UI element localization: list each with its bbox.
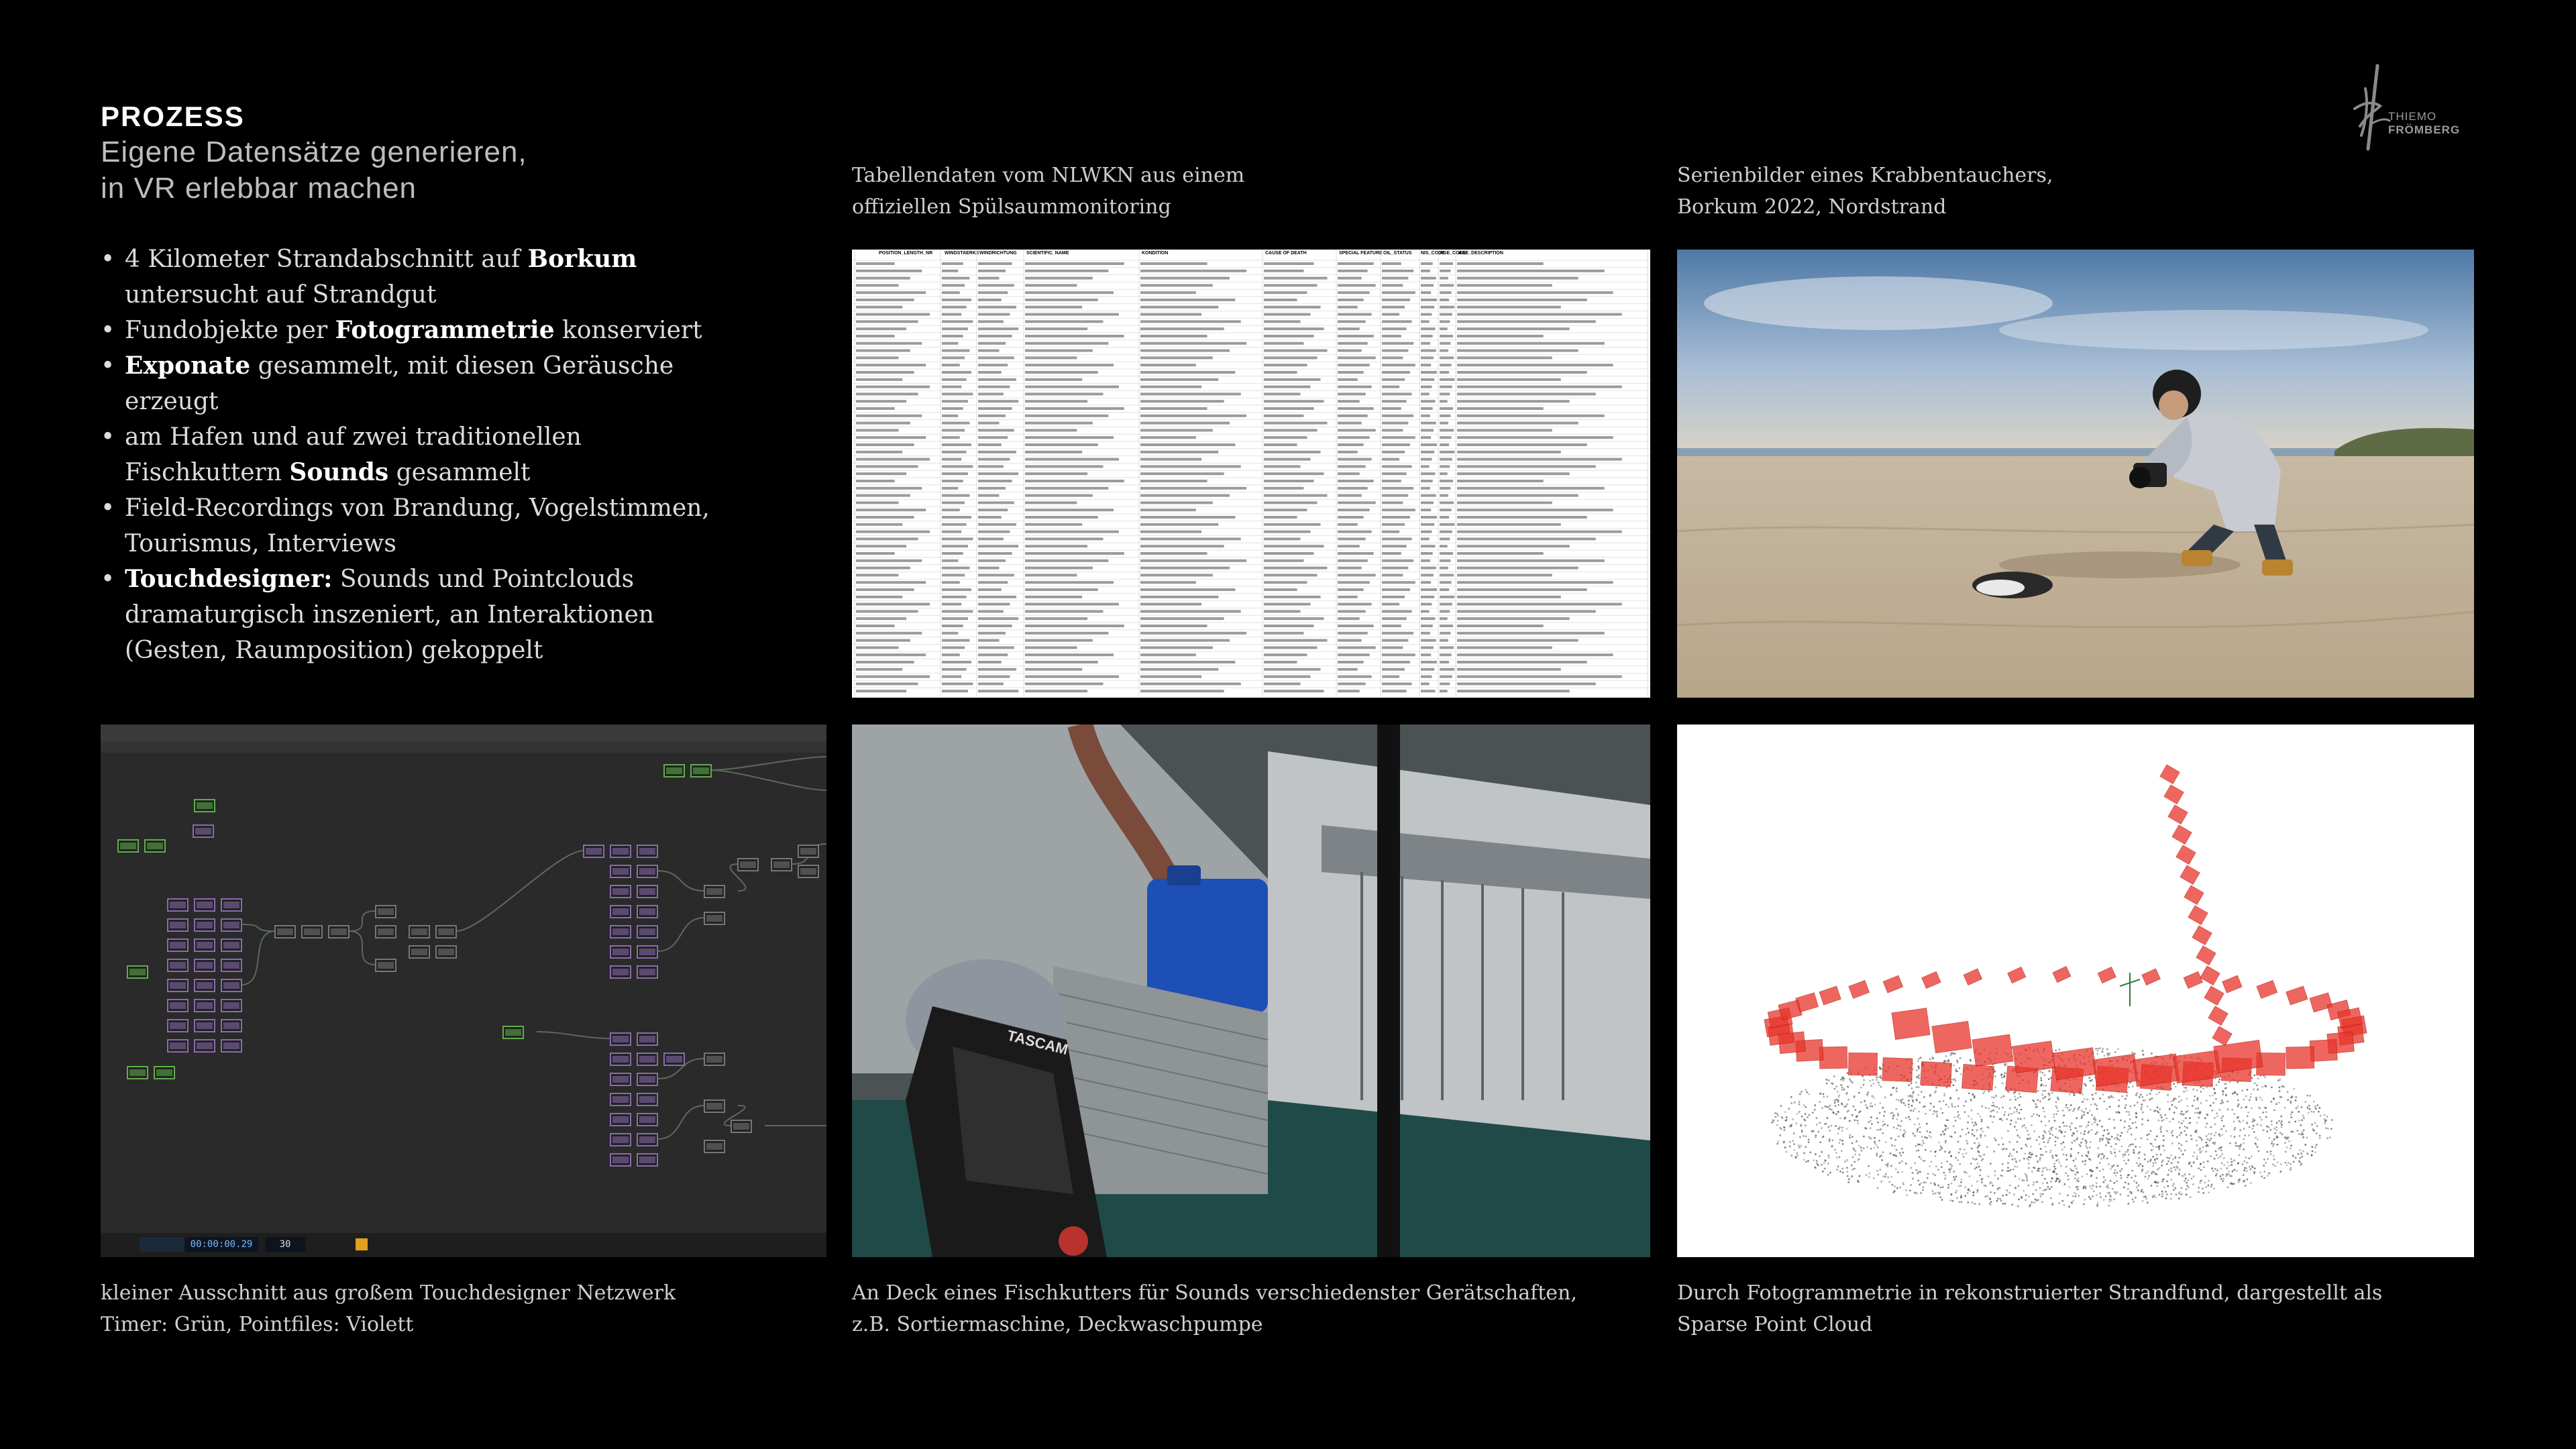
brand-logo: THIEMO FRÖMBERG [2348, 62, 2482, 156]
bullet-item: Touchdesigner: Sounds und Pointclouds dr… [101, 561, 745, 668]
page-subtitle: Eigene Datensätze generieren, in VR erle… [101, 134, 704, 207]
bullet-item: am Hafen und auf zwei traditionellen Fis… [101, 419, 745, 490]
process-bullet-list: 4 Kilometer Strandabschnitt auf Borkum u… [101, 241, 745, 668]
spreadsheet-rows-graphic [852, 250, 1650, 698]
spreadsheet-image: POSITION_LENGTH_NR WINDSTAERKE WINDRICHT… [852, 250, 1650, 698]
caption-beach-photo: Serienbilder eines Krabbentauchers, Borku… [1677, 164, 2053, 219]
page-title: PROZESS [101, 101, 245, 132]
point-cloud-render [1677, 724, 2474, 1257]
caption-spreadsheet: Tabellendaten vom NLWKN aus einem offizie… [852, 164, 1245, 219]
sparse-point-cloud-graphic [1764, 764, 2367, 1208]
bullet-item: Exponate gesammelt, mit diesen Geräusche… [101, 348, 745, 419]
td-time-display: 00:00:00.29 [184, 1237, 258, 1252]
fishing-deck-photo: TASCAM [852, 724, 1650, 1257]
td-timeline-bar: 00:00:00.29 30 [101, 1233, 826, 1257]
deck-photo-illustration: TASCAM [852, 724, 1650, 1257]
subtitle-line-2: in VR erlebbar machen [101, 172, 417, 205]
logo-wordmark: THIEMO FRÖMBERG [2388, 110, 2461, 136]
bullet-item: Field-Recordings von Brandung, Vogelstim… [101, 490, 745, 561]
bullet-item: 4 Kilometer Strandabschnitt auf Borkum u… [101, 241, 745, 313]
td-node-network [117, 756, 826, 1167]
caption-deck-photo: An Deck eines Fischkutters für Sounds ve… [852, 1281, 1577, 1336]
touchdesigner-screenshot: 00:00:00.29 30 [101, 724, 826, 1257]
signature-logo-icon [2353, 64, 2391, 151]
td-record-button[interactable] [356, 1238, 368, 1250]
td-frame-field[interactable]: 30 [265, 1237, 305, 1252]
beach-photo-illustration [1677, 250, 2474, 698]
bullet-item: Fundobjekte per Fotogrammetrie konservie… [101, 313, 745, 348]
caption-touchdesigner: kleiner Ausschnitt aus großem Touchdesig… [101, 1281, 676, 1336]
beach-photo [1677, 250, 2474, 698]
subtitle-line-1: Eigene Datensätze generieren, [101, 136, 527, 168]
caption-point-cloud: Durch Fotogrammetrie in rekonstruierter … [1677, 1281, 2383, 1336]
